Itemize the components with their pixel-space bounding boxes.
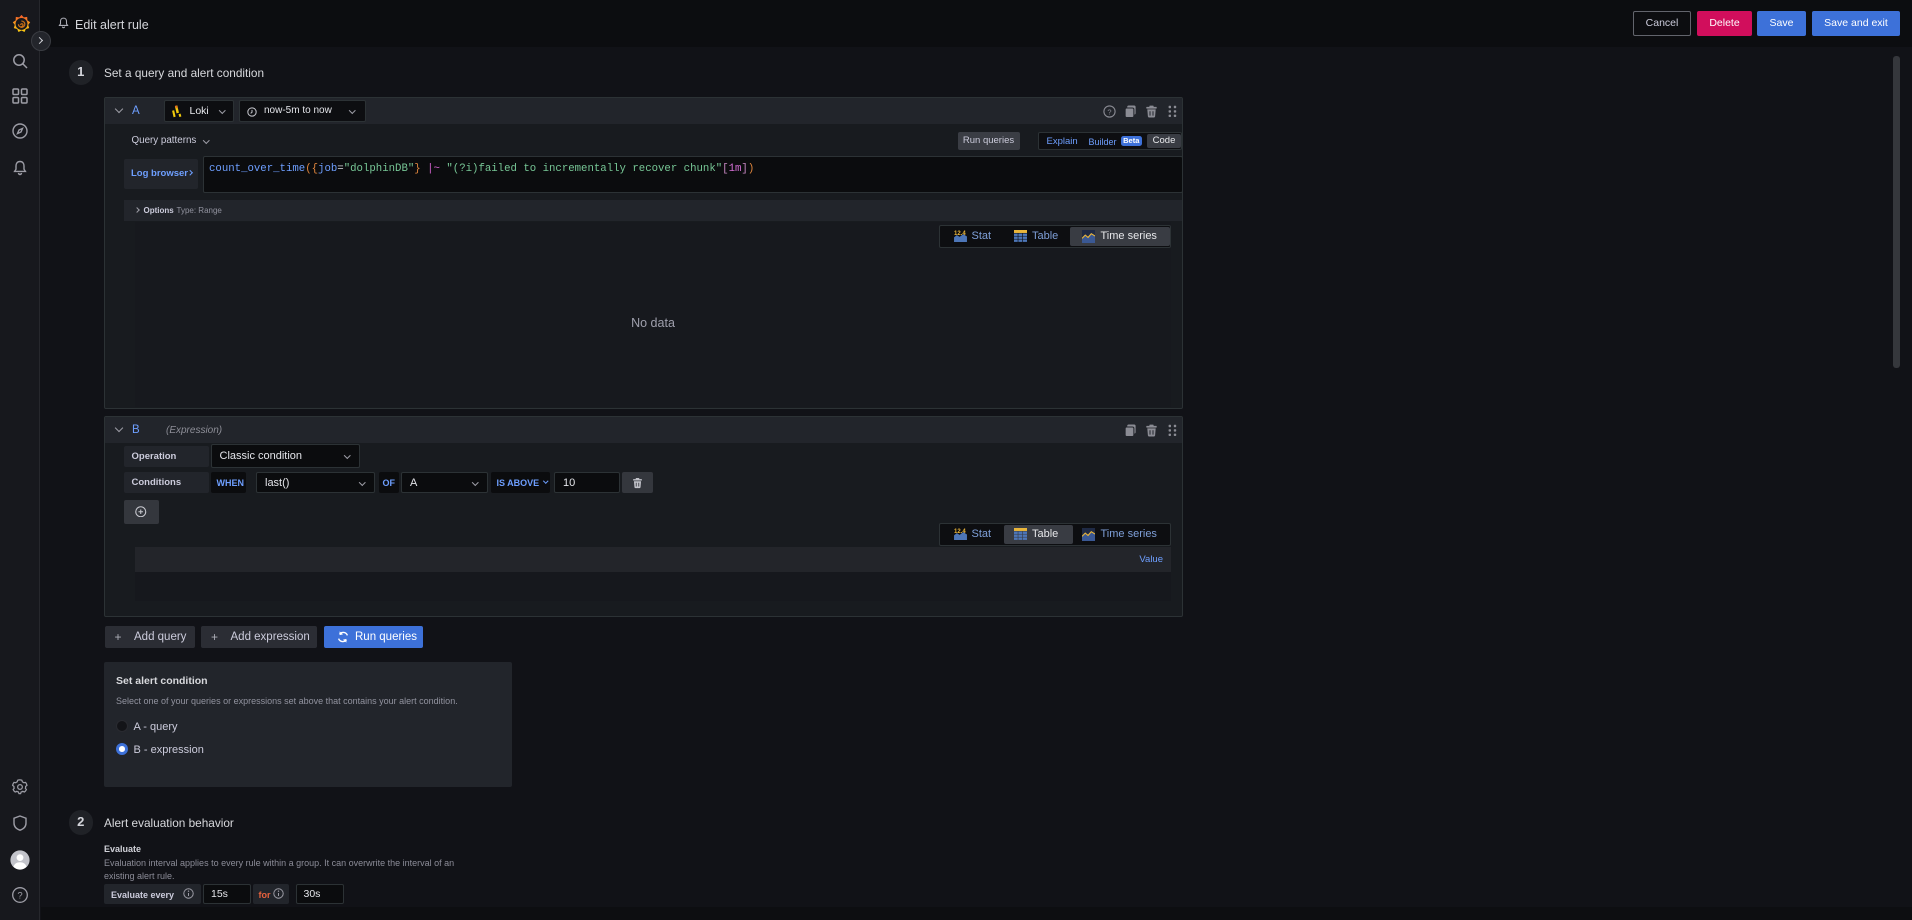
svg-text:12.4: 12.4 (954, 231, 966, 237)
svg-text:?: ? (17, 891, 22, 902)
svg-text:12.4: 12.4 (954, 529, 966, 535)
svg-text:?: ? (1107, 107, 1111, 116)
